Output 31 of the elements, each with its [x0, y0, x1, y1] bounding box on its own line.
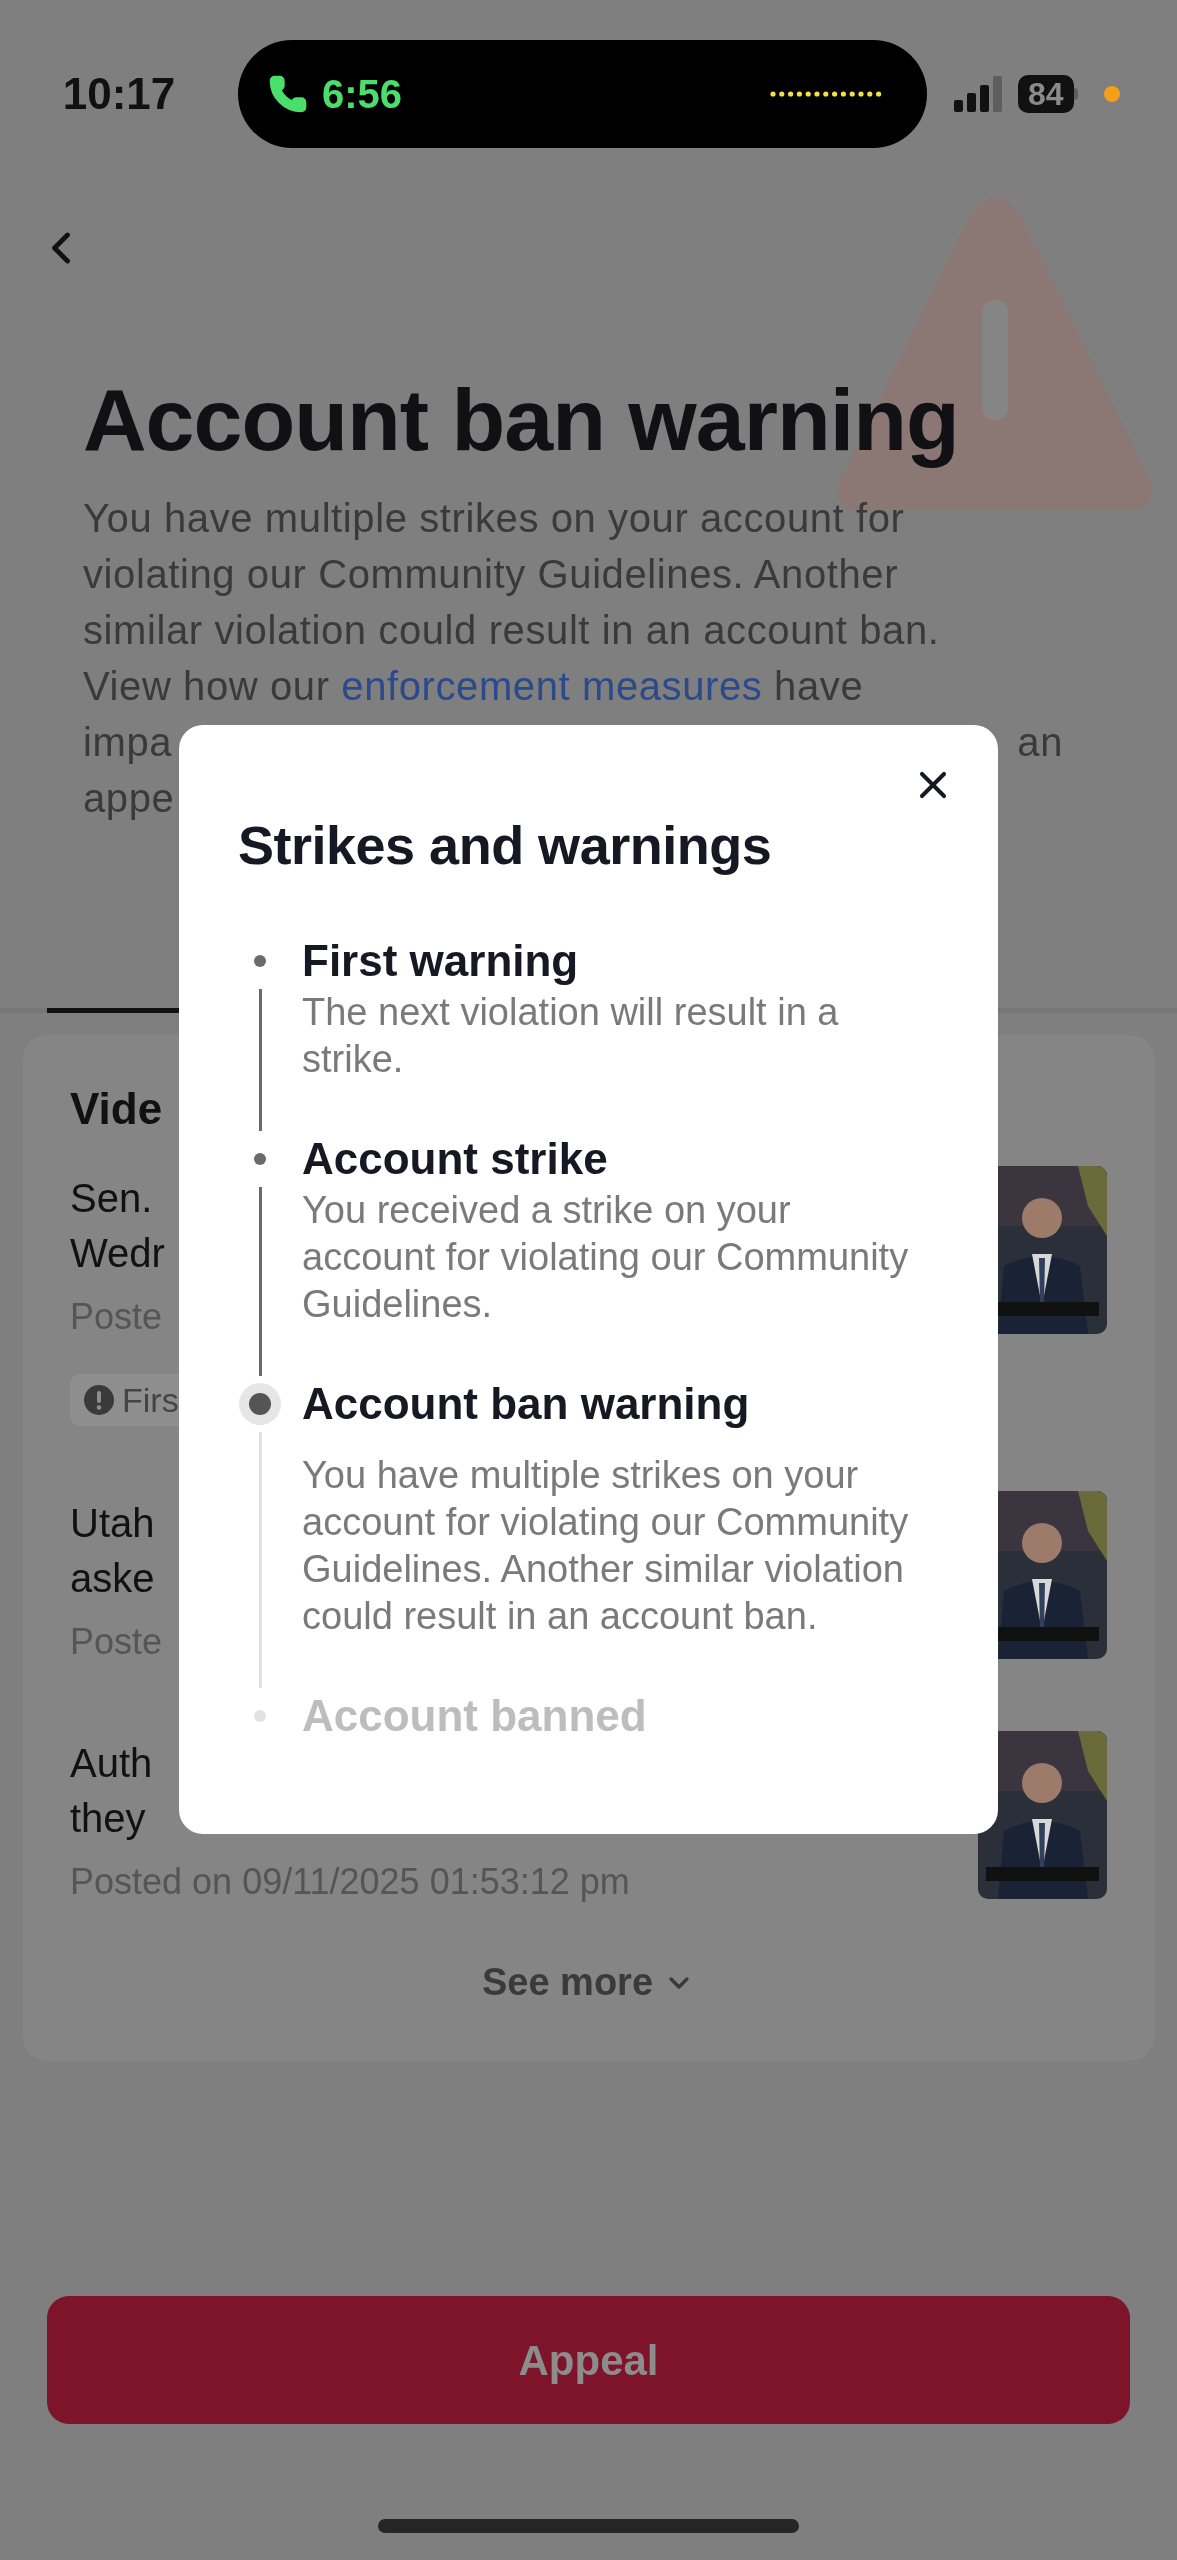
step-title: Account ban warning	[302, 1378, 751, 1430]
see-more-button[interactable]: See more	[481, 1954, 696, 2011]
dialog-title: Strikes and warnings	[238, 814, 773, 877]
page-title: Account ban warning	[83, 370, 960, 470]
appeal-button[interactable]: Appeal	[47, 2296, 1130, 2424]
video-title: Sen.	[70, 1175, 154, 1222]
step-description: The next violation will result in a strike.	[302, 990, 840, 1082]
badge-label: Firs	[122, 1379, 179, 1421]
intro-text-fragment: an	[1017, 719, 1063, 766]
enforcement-link[interactable]: enforcement measures	[341, 664, 763, 708]
exclamation-icon	[84, 1385, 114, 1415]
step-title: Account strike	[302, 1133, 609, 1185]
battery-indicator: 84	[1018, 75, 1074, 113]
phone-icon	[268, 74, 308, 114]
clock: 10:17	[61, 68, 177, 120]
step-description: You have multiple strikes on your account for violating our Community Guidelines. Another similar violation could result in an account ban.	[302, 1453, 910, 1639]
video-title: Wedr	[70, 1230, 166, 1277]
section-heading: Vide	[70, 1083, 163, 1135]
audio-dots-icon	[769, 90, 883, 98]
step-description: You received a strike on your account for violating our Community Guidelines.	[302, 1188, 910, 1327]
video-title: aske	[70, 1555, 156, 1602]
step-title: Account banned	[302, 1690, 648, 1742]
intro-text-fragment: appe	[83, 775, 175, 822]
call-pill[interactable]: 6:56	[238, 40, 927, 148]
recording-indicator-icon	[1103, 86, 1120, 102]
intro-text-fragment: impa	[83, 719, 173, 766]
video-title: Auth	[70, 1740, 154, 1787]
video-title: they	[70, 1795, 147, 1842]
step-title: First warning	[302, 935, 580, 987]
call-timer: 6:56	[322, 71, 403, 118]
video-title: Utah	[70, 1500, 156, 1547]
